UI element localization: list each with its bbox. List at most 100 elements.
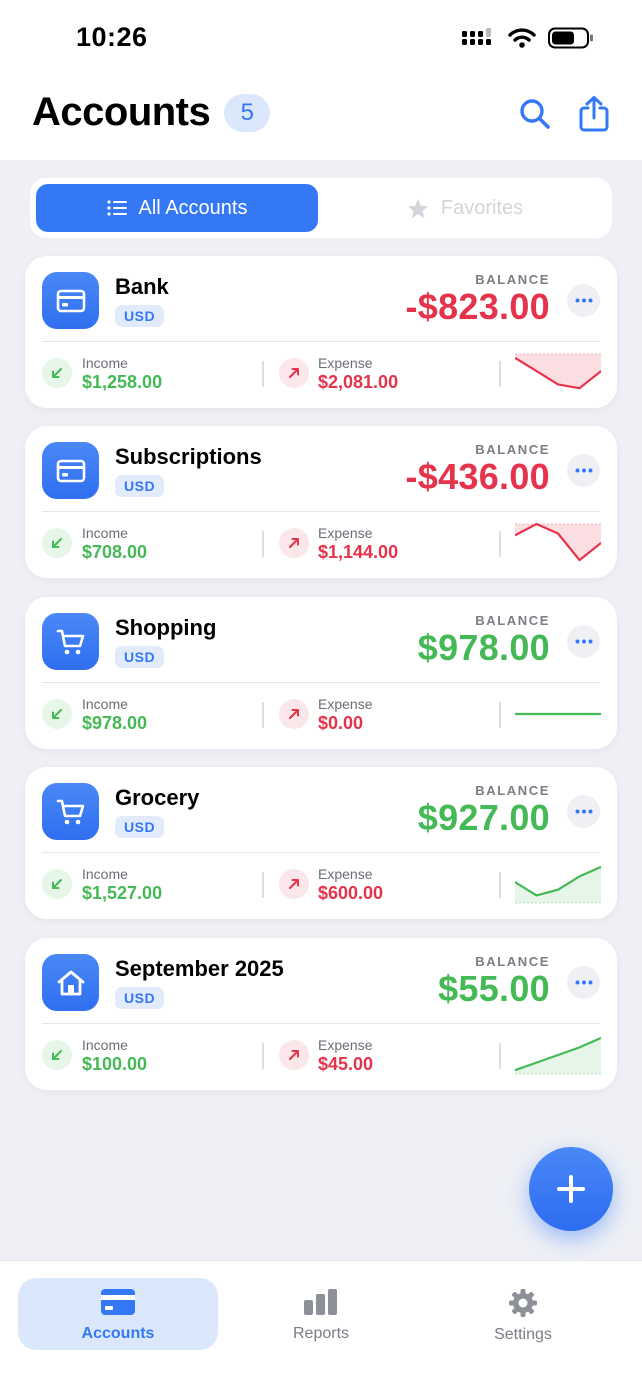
expense-label: Expense — [318, 355, 373, 371]
trend-sparkline — [515, 1036, 601, 1075]
expense-value: $2,081.00 — [318, 372, 399, 392]
card-icon — [42, 442, 99, 499]
card-divider — [42, 511, 600, 512]
more-options-button[interactable] — [567, 966, 600, 999]
sparkline-area — [515, 354, 601, 389]
ellipsis-icon — [575, 639, 592, 644]
account-card[interactable]: Shopping USD BALANCE $978.00 Income $978.00 Ex… — [25, 597, 617, 749]
expense-arrow-icon — [279, 869, 309, 899]
wifi-icon — [508, 28, 536, 48]
income-value: $978.00 — [82, 713, 148, 733]
account-name: September 2025 — [115, 956, 284, 981]
search-button[interactable] — [515, 94, 555, 134]
card-icon — [101, 1289, 135, 1315]
trend-sparkline — [515, 522, 601, 562]
more-options-button[interactable] — [567, 625, 600, 658]
account-card[interactable]: Subscriptions USD BALANCE -$436.00 Income $70… — [25, 426, 617, 578]
divider — [262, 1043, 264, 1069]
balance-label: BALANCE — [475, 954, 550, 969]
account-card[interactable]: Bank USD BALANCE -$823.00 Income $1,258.00 Exp… — [25, 256, 617, 408]
expense-label: Expense — [318, 525, 373, 541]
more-options-button[interactable] — [567, 284, 600, 317]
tab-settings[interactable]: Settings — [423, 1278, 623, 1350]
card-divider — [42, 852, 600, 853]
divider — [499, 1043, 501, 1069]
currency-badge: USD — [115, 816, 165, 838]
account-name: Subscriptions — [115, 444, 262, 469]
currency-badge: USD — [115, 475, 165, 497]
header-area: 10:26 Accounts 5 — [0, 0, 642, 160]
tab-reports[interactable]: Reports — [221, 1278, 421, 1350]
balance-label: BALANCE — [475, 442, 550, 457]
expense-label: Expense — [318, 1037, 373, 1053]
account-count-badge: 5 — [224, 93, 271, 132]
tab-reports-label: Reports — [292, 1325, 350, 1342]
battery-icon — [548, 27, 593, 49]
income-label: Income — [82, 866, 128, 882]
search-icon — [520, 99, 550, 129]
more-options-button[interactable] — [567, 454, 600, 487]
income-value: $708.00 — [82, 542, 148, 562]
expense-arrow-icon — [279, 699, 309, 729]
income-arrow-icon — [42, 358, 72, 388]
account-name: Grocery — [115, 785, 200, 810]
cart-icon — [42, 783, 99, 840]
ellipsis-icon — [575, 980, 592, 985]
list-icon — [106, 200, 127, 216]
income-arrow-icon — [42, 699, 72, 729]
card-divider — [42, 682, 600, 683]
account-name: Shopping — [115, 615, 217, 640]
tab-favorites-label: Favorites — [440, 196, 524, 219]
trend-sparkline — [515, 865, 601, 904]
balance-label: BALANCE — [475, 272, 550, 287]
balance-amount: -$436.00 — [405, 456, 550, 497]
divider — [499, 531, 501, 557]
tab-accounts-label: Accounts — [81, 1325, 155, 1342]
income-arrow-icon — [42, 528, 72, 558]
more-options-button[interactable] — [567, 795, 600, 828]
home-icon — [42, 954, 99, 1011]
income-arrow-icon — [42, 1040, 72, 1070]
income-label: Income — [82, 355, 128, 371]
income-value: $1,527.00 — [82, 883, 163, 903]
bar-chart-icon — [304, 1289, 337, 1315]
account-filter-segmented-control: All Accounts Favorites — [30, 178, 612, 238]
income-value: $1,258.00 — [82, 372, 163, 392]
signal-icon — [462, 28, 491, 45]
trend-sparkline — [515, 353, 601, 390]
status-icons — [462, 24, 594, 52]
cart-icon — [42, 613, 99, 670]
balance-amount: $927.00 — [417, 797, 550, 838]
tab-all-accounts[interactable]: All Accounts — [36, 184, 318, 232]
income-value: $100.00 — [82, 1054, 148, 1074]
balance-label: BALANCE — [475, 613, 550, 628]
income-label: Income — [82, 696, 128, 712]
add-account-button[interactable] — [529, 1147, 613, 1231]
divider — [499, 872, 501, 898]
expense-value: $1,144.00 — [318, 542, 399, 562]
expense-arrow-icon — [279, 1040, 309, 1070]
card-divider — [42, 341, 600, 342]
income-label: Income — [82, 1037, 128, 1053]
expense-arrow-icon — [279, 358, 309, 388]
expense-value: $45.00 — [318, 1054, 374, 1074]
balance-amount: $978.00 — [417, 627, 550, 668]
gear-icon — [509, 1289, 537, 1317]
tab-accounts[interactable]: Accounts — [18, 1278, 218, 1350]
tab-bar: Accounts Reports Settings — [0, 1260, 642, 1389]
tab-favorites[interactable]: Favorites — [324, 184, 606, 232]
divider — [262, 531, 264, 557]
tab-settings-label: Settings — [494, 1326, 552, 1343]
currency-badge: USD — [115, 305, 165, 327]
account-card[interactable]: September 2025 USD BALANCE $55.00 Income $100… — [25, 938, 617, 1090]
share-button[interactable] — [574, 94, 614, 134]
star-icon — [407, 198, 428, 218]
account-card[interactable]: Grocery USD BALANCE $927.00 Income $1,527.00 E… — [25, 767, 617, 919]
balance-amount: $55.00 — [438, 968, 550, 1009]
ellipsis-icon — [575, 298, 592, 303]
expense-value: $0.00 — [318, 713, 364, 733]
share-icon — [579, 96, 609, 132]
balance-label: BALANCE — [475, 783, 550, 798]
divider — [262, 702, 264, 728]
divider — [262, 872, 264, 898]
